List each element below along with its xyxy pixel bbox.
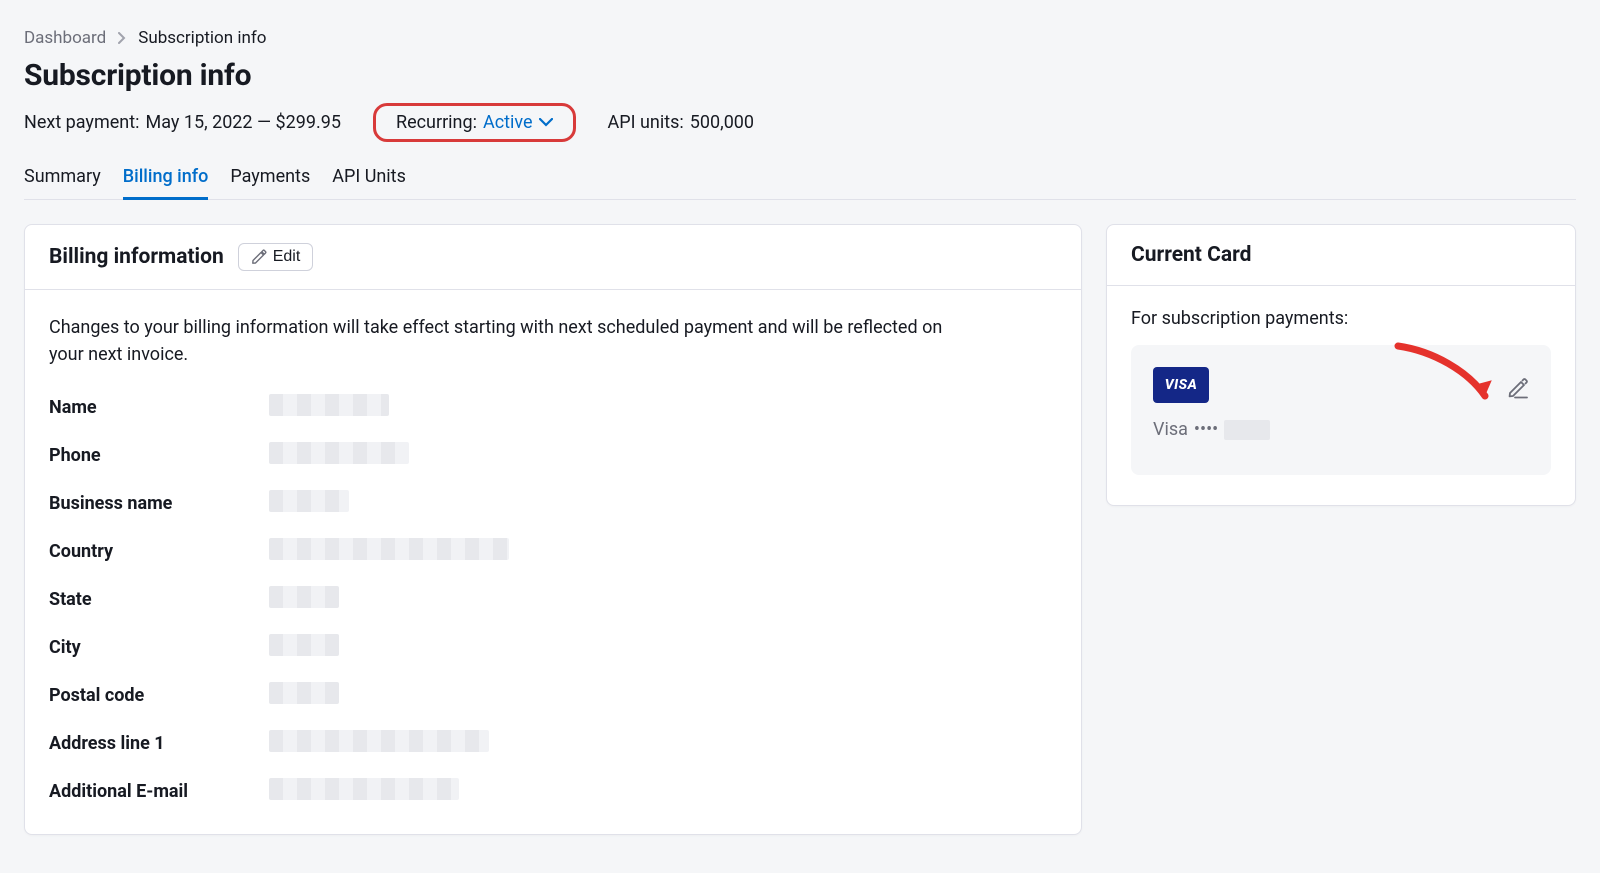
field-state: State xyxy=(49,586,1057,612)
redacted-value xyxy=(269,394,389,416)
billing-note: Changes to your billing information will… xyxy=(49,314,949,368)
tab-payments[interactable]: Payments xyxy=(230,166,310,199)
field-label: City xyxy=(49,637,269,658)
billing-info-title: Billing information xyxy=(49,245,224,269)
field-postal-code: Postal code xyxy=(49,682,1057,708)
redacted-value xyxy=(269,682,339,704)
api-units-label: API units: xyxy=(608,112,684,133)
field-label: Address line 1 xyxy=(49,733,269,754)
current-card-panel: Current Card For subscription payments: … xyxy=(1106,224,1576,506)
redacted-value xyxy=(269,586,339,608)
redacted-value xyxy=(269,538,509,560)
field-label: Postal code xyxy=(49,685,269,706)
field-label: State xyxy=(49,589,269,610)
card-mask-dots: •••• xyxy=(1194,419,1218,440)
page-title: Subscription info xyxy=(24,58,1576,93)
chevron-down-icon xyxy=(539,118,553,127)
visa-badge-icon: VISA xyxy=(1153,367,1209,403)
tab-api-units[interactable]: API Units xyxy=(332,166,406,199)
billing-info-panel: Billing information Edit Changes to your… xyxy=(24,224,1082,835)
next-payment-value: May 15, 2022 — $299.95 xyxy=(145,112,341,133)
tabs: Summary Billing info Payments API Units xyxy=(24,166,1576,200)
field-additional-email: Additional E-mail xyxy=(49,778,1057,804)
field-address-line-1: Address line 1 xyxy=(49,730,1057,756)
chevron-right-icon xyxy=(118,32,126,44)
field-phone: Phone xyxy=(49,442,1057,468)
recurring-dropdown[interactable]: Recurring: Active xyxy=(373,103,576,142)
tab-summary[interactable]: Summary xyxy=(24,166,101,199)
field-business-name: Business name xyxy=(49,490,1057,516)
meta-row: Next payment: May 15, 2022 — $299.95 Rec… xyxy=(24,103,1576,142)
card-note: For subscription payments: xyxy=(1131,308,1551,329)
redacted-value xyxy=(1224,420,1270,440)
recurring-status[interactable]: Active xyxy=(483,112,553,133)
card-brand-label: Visa xyxy=(1153,419,1188,440)
breadcrumb: Dashboard Subscription info xyxy=(24,28,1576,48)
tab-billing-info[interactable]: Billing info xyxy=(123,166,209,200)
field-label: Phone xyxy=(49,445,269,466)
annotation-arrow-icon xyxy=(1393,341,1503,421)
breadcrumb-root[interactable]: Dashboard xyxy=(24,28,106,48)
recurring-status-text: Active xyxy=(483,112,533,133)
redacted-value xyxy=(269,490,349,512)
card-box: VISA Visa •••• xyxy=(1131,345,1551,475)
pencil-icon xyxy=(251,249,267,265)
edit-label: Edit xyxy=(273,248,301,266)
next-payment-label: Next payment: xyxy=(24,112,139,133)
field-country: Country xyxy=(49,538,1057,564)
breadcrumb-current: Subscription info xyxy=(138,28,266,48)
current-card-title: Current Card xyxy=(1131,243,1251,267)
recurring-label: Recurring: xyxy=(396,112,477,133)
redacted-value xyxy=(269,730,489,752)
api-units: API units: 500,000 xyxy=(608,112,755,133)
field-label: Country xyxy=(49,541,269,562)
redacted-value xyxy=(269,778,459,800)
field-name: Name xyxy=(49,394,1057,420)
card-line: Visa •••• xyxy=(1153,419,1529,440)
api-units-value: 500,000 xyxy=(690,112,754,133)
field-city: City xyxy=(49,634,1057,660)
field-label: Business name xyxy=(49,493,269,514)
redacted-value xyxy=(269,634,339,656)
field-label: Additional E-mail xyxy=(49,781,269,802)
billing-field-list: Name Phone Business name Country State xyxy=(49,394,1057,804)
edit-billing-button[interactable]: Edit xyxy=(238,243,314,271)
edit-card-button[interactable] xyxy=(1507,377,1529,399)
redacted-value xyxy=(269,442,409,464)
next-payment: Next payment: May 15, 2022 — $299.95 xyxy=(24,112,341,133)
field-label: Name xyxy=(49,397,269,418)
